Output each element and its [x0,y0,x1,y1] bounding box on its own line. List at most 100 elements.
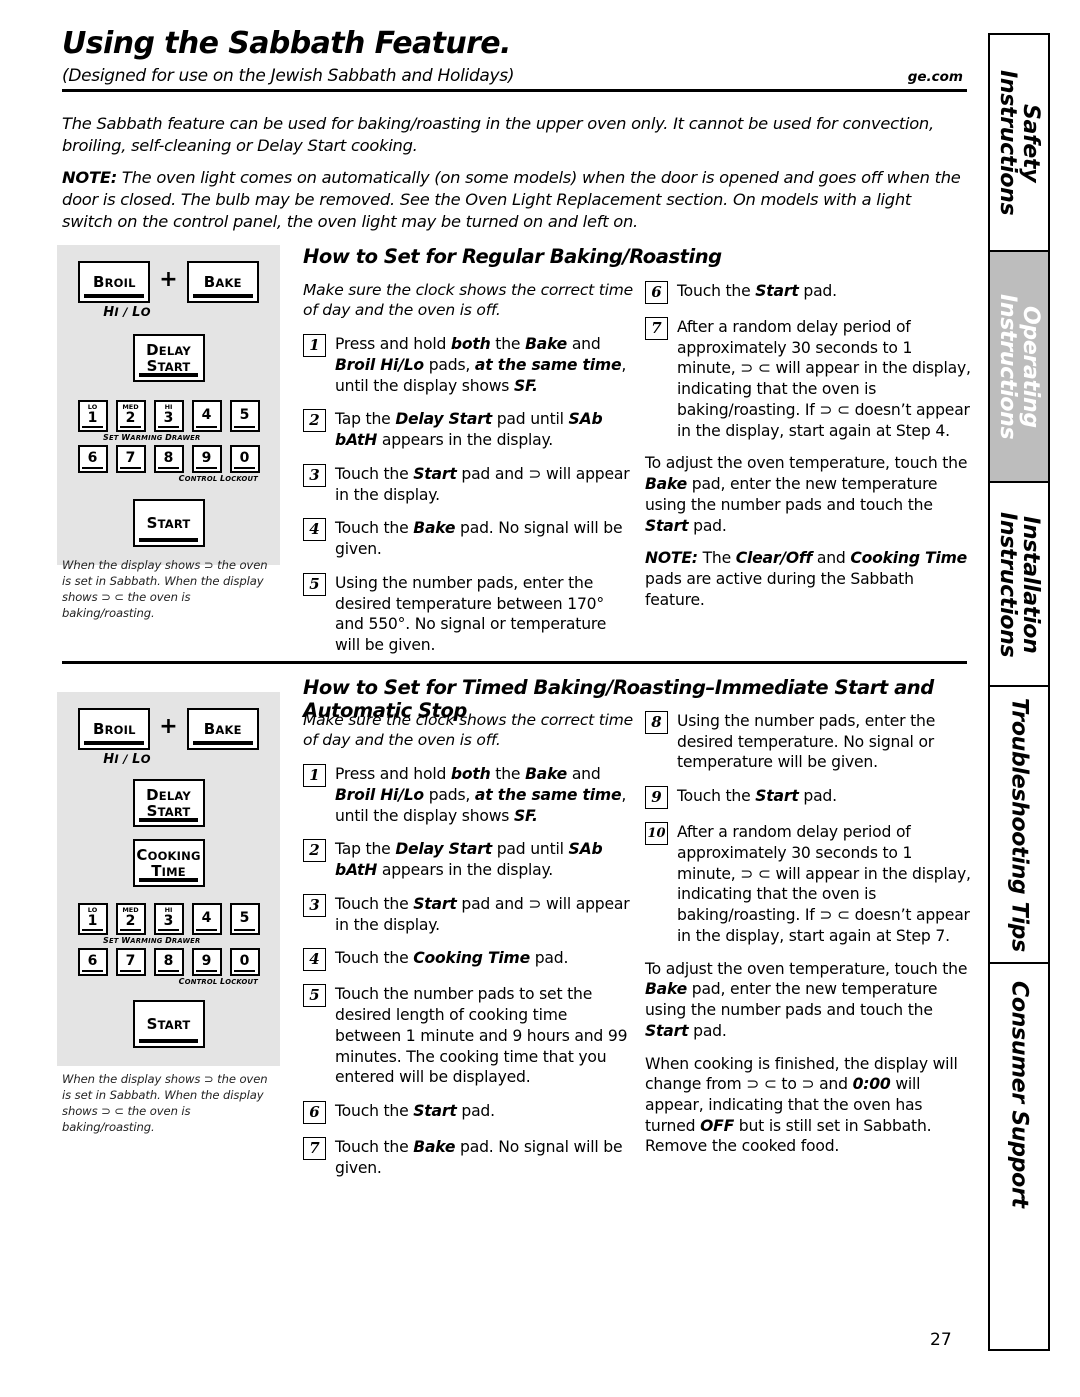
sidebar-tab-operating-instructions[interactable]: Operating Instructions [990,252,1048,484]
hi-lo-label: HI / LO [103,305,151,320]
step-number: 10 [645,822,668,846]
key2-3[interactable]: HI 3 [153,903,184,935]
bake-button[interactable]: BAKE [186,261,259,303]
manual-page: Using the Sabbath Feature. (Designed for… [0,0,1080,1397]
key-6-digit: 6 [87,449,98,466]
broil-label-2: BROIL [92,720,136,738]
cooking-label: COOKING [136,846,201,864]
section-tabs-sidebar: Safety Instructions Operating Instruction… [988,33,1050,1351]
key-6[interactable]: 6 [77,445,108,473]
key2-9[interactable]: 9 [191,948,222,976]
step-text: Touch the Start pad and ⊃ will appear in… [335,464,630,504]
sidebar-tab-label: Troubleshooting Tips [1006,697,1032,952]
control-panel-diagram-2: BROIL + BAKE HI / LO DELAY START COOKING… [57,692,280,1066]
step-text: Touch the Cooking Time pad. [335,949,569,968]
instruction-step: 6 Touch the Start pad. [303,1100,633,1125]
key2-5[interactable]: 5 [229,903,260,935]
control-lockout-label: CONTROL LOCKOUT [178,474,258,483]
delay-start-button[interactable]: DELAY START [132,334,205,382]
page-subtitle: (Designed for use on the Jewish Sabbath … [62,65,515,86]
start-button[interactable]: START [132,499,205,547]
key-3[interactable]: HI 3 [153,400,184,432]
ge-website-link[interactable]: ge.com [908,69,967,86]
sidebar-tab-safety-instructions[interactable]: Safety Instructions [990,35,1048,253]
keypad2-row-2: 6 7 8 9 0 [57,948,280,976]
step-text: Touch the Start pad. [677,787,837,806]
step-number: 1 [303,764,326,788]
key-7[interactable]: 7 [115,445,146,473]
instruction-step: 10 After a random delay period of approxi… [645,821,975,946]
step-text: Tap the Delay Start pad until SAb bAtH a… [335,410,603,450]
step-text: Touch the Start pad and ⊃ will appear in… [335,894,630,934]
key-5-digit: 5 [239,406,250,423]
panel2-start-row: START [57,1000,280,1048]
step-number: 3 [303,893,326,917]
key2-4[interactable]: 4 [191,903,222,935]
key-1[interactable]: LO 1 [77,400,108,432]
key2-6[interactable]: 6 [77,948,108,976]
key2-5-digit: 5 [239,909,250,926]
key2-9-digit: 9 [201,952,212,969]
note-text: The oven light comes on automatically (o… [62,168,961,231]
sidebar-tab-consumer-support[interactable]: Consumer Support [990,963,1048,1225]
key-9[interactable]: 9 [191,445,222,473]
intro-paragraph: The Sabbath feature can be used for baki… [62,114,934,155]
key-5[interactable]: 5 [229,400,260,432]
key-8[interactable]: 8 [153,445,184,473]
delay-label: DELAY [146,341,191,359]
keypad-row-1: LO 1 MED 2 HI 3 4 5 [57,400,280,432]
plus-symbol: + [159,266,178,292]
instruction-step: 4 Touch the Cooking Time pad. [303,947,633,972]
key2-1[interactable]: LO 1 [77,903,108,935]
step-text: After a random delay period of approxima… [677,318,971,440]
key2-0[interactable]: 0 [229,948,260,976]
section-divider [62,661,967,664]
sidebar-tab-installation-instructions[interactable]: Installation Instructions [990,483,1048,688]
step-text: Touch the number pads to set the desired… [335,985,628,1087]
section1-steps-right: 6 Touch the Start pad. 7 After a random del… [645,280,975,441]
broil-button[interactable]: BROIL [78,261,151,303]
intro-block: The Sabbath feature can be used for baki… [62,113,962,243]
delay-start-button-2[interactable]: DELAY START [132,779,205,827]
page-header: Using the Sabbath Feature. (Designed for… [62,28,967,92]
broil-button-2[interactable]: BROIL [78,708,151,750]
section2-finish-paragraph: When cooking is finished, the display wi… [645,1054,958,1156]
panel2-keypad: LO 1 MED 2 HI 3 4 5 SET WARMING DRAWER 6 7 … [57,903,280,986]
key2-0-digit: 0 [239,952,250,969]
time-label: TIME [151,862,186,880]
key2-8[interactable]: 8 [153,948,184,976]
control-panel-diagram-1: BROIL + BAKE HI / LO DELAY START LO 1 MED… [57,245,280,565]
key-2[interactable]: MED 2 [115,400,146,432]
key2-7-digit: 7 [125,952,136,969]
step-number: 1 [303,334,326,358]
cooking-time-button[interactable]: COOKING TIME [132,839,205,887]
key2-7[interactable]: 7 [115,948,146,976]
key-1-digit: 1 [87,410,98,427]
panel2-caption: When the display shows ⊃ the oven is set… [62,1072,268,1134]
step-text: Press and hold both the Bake and Broil H… [335,335,627,395]
step-number: 4 [303,518,326,542]
bake-button-2[interactable]: BAKE [186,708,259,750]
key-3-digit: 3 [163,410,174,427]
step-number: 4 [303,948,326,972]
instruction-step: 3 Touch the Start pad and ⊃ will appear i… [303,893,633,935]
sidebar-tab-troubleshooting-tips[interactable]: Troubleshooting Tips [990,687,1048,964]
step-text: Touch the Bake pad. No signal will be gi… [335,519,623,559]
step-text: Touch the Start pad. [335,1102,495,1121]
broil-label: BROIL [92,273,136,291]
note-label: NOTE: [62,168,117,188]
section2-left-column: Make sure the clock shows the correct ti… [303,710,633,1191]
start-label-delay-2: START [146,802,191,820]
key-2-digit: 2 [125,410,136,427]
key2-2[interactable]: MED 2 [115,903,146,935]
control-lockout-label-2: CONTROL LOCKOUT [178,977,258,986]
instruction-step: 9 Touch the Start pad. [645,785,975,810]
key-0[interactable]: 0 [229,445,260,473]
panel2-delay-row: DELAY START [57,779,280,827]
key2-8-digit: 8 [163,952,174,969]
intro-note: NOTE: The oven light comes on automatica… [62,167,962,232]
step-number: 5 [303,572,326,596]
instruction-step: 1 Press and hold both the Bake and Broil … [303,763,633,826]
start-button-2[interactable]: START [132,1000,205,1048]
key-4[interactable]: 4 [191,400,222,432]
